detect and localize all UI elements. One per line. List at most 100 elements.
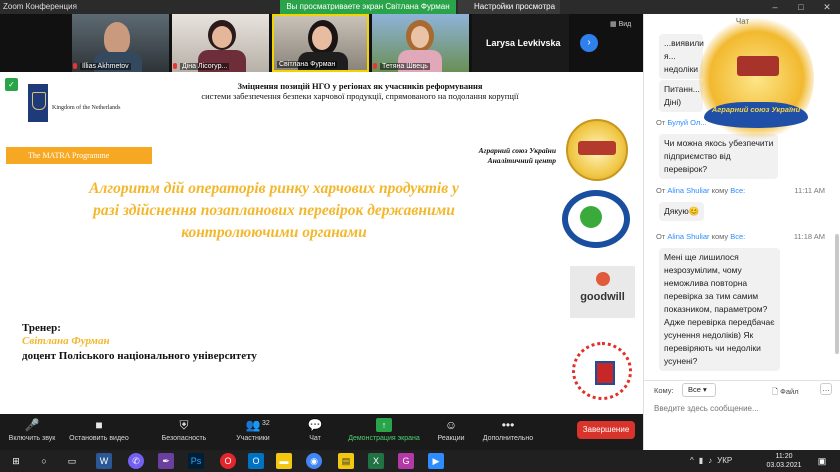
- recipient-select[interactable]: Все ▾: [682, 383, 716, 397]
- chat-message-line: Адже перевірка передбачає: [664, 317, 775, 327]
- mic-muted-icon: [73, 63, 77, 69]
- union-subtitle: Аналітичний центр: [487, 156, 556, 165]
- word-app-icon[interactable]: W: [96, 453, 112, 469]
- sender-name[interactable]: Булуй Ол...: [667, 118, 706, 127]
- share-banner: Вы просматриваете экран Світлана Фурман: [280, 0, 456, 14]
- zoom-app-icon[interactable]: ▶: [428, 453, 444, 469]
- folder-app-icon[interactable]: ▬: [276, 453, 292, 469]
- chat-message-line: недоліки: [664, 64, 699, 74]
- chat-message-input[interactable]: [654, 401, 824, 415]
- excel-app-icon[interactable]: X: [368, 453, 384, 469]
- mute-button[interactable]: 🎤 Включить звук: [4, 414, 60, 450]
- app-title: Zoom Конференция: [3, 2, 77, 11]
- harvester-icon: [737, 56, 779, 76]
- chat-message-meta: От Alina Shuliar кому Все:: [656, 186, 745, 195]
- participant-face: [312, 26, 332, 50]
- smile-icon: ☺: [444, 418, 458, 432]
- agrarian-union-overlay-logo: Аграрний союз України: [699, 16, 814, 141]
- chat-bubble-icon: 💬: [307, 418, 323, 432]
- chat-message: Питанн... Діні): [659, 80, 703, 112]
- mic-muted-icon: [373, 63, 377, 69]
- chat-message: Мені ще лишилося незрозумілим, чому немо…: [659, 248, 780, 371]
- video-label: Остановить видео: [69, 435, 129, 442]
- system-tray: ^ ▮ ♪ УКР: [690, 453, 732, 469]
- language-indicator[interactable]: УКР: [717, 453, 732, 469]
- recipient-value: Все: [688, 385, 701, 394]
- shield-icon[interactable]: ✓: [5, 78, 18, 91]
- window-controls: – □ ✕: [762, 0, 840, 14]
- participant-tile-name-only[interactable]: Larysa Levkivska: [472, 14, 569, 72]
- netherlands-label: Kingdom of the Netherlands: [52, 105, 121, 111]
- view-options-button[interactable]: Настройки просмотра ▾: [458, 0, 560, 25]
- file-icon: 🗋: [772, 387, 779, 396]
- search-icon[interactable]: ○: [36, 453, 52, 469]
- agrarian-union-logo: [566, 119, 628, 181]
- close-button[interactable]: ✕: [814, 0, 840, 14]
- trainer-label: Тренер:: [22, 322, 61, 334]
- chat-scrollbar[interactable]: [835, 234, 839, 354]
- taskbar-clock[interactable]: 11:20 03.03.2021: [766, 452, 802, 470]
- app-icon[interactable]: G: [398, 453, 414, 469]
- chat-message-line: Діні): [664, 97, 682, 107]
- photoshop-app-icon[interactable]: Ps: [188, 453, 204, 469]
- sticky-notes-app-icon[interactable]: ▤: [338, 453, 354, 469]
- video-button[interactable]: ■ Остановить видео: [66, 414, 132, 450]
- goodwill-text: goodwill: [580, 291, 625, 303]
- participant-name: Діна Лісогур...: [180, 63, 230, 70]
- chat-message-line: Мені ще лишилося: [664, 252, 739, 262]
- from-word: От: [656, 186, 666, 195]
- chat-composer: Кому: Все ▾ 🗋 Файл …: [644, 380, 840, 450]
- participant-tile[interactable]: Діна Лісогур...: [172, 14, 269, 72]
- slide-title-line3: контролюючими органами: [181, 224, 367, 241]
- view-options-label: Настройки просмотра: [474, 2, 556, 11]
- more-button[interactable]: ••• Дополнительно: [478, 414, 538, 450]
- from-word: От: [656, 118, 666, 127]
- chat-panel: Чат ...виявили я... недоліки Питанн... Д…: [643, 14, 840, 450]
- chat-message-meta: От Alina Shuliar кому Все:: [656, 232, 745, 241]
- chat-more-icon[interactable]: …: [820, 383, 832, 395]
- chat-message-line: ...виявили я...: [664, 38, 704, 61]
- trainer-position: доцент Поліського національного універси…: [22, 350, 257, 362]
- reactions-button[interactable]: ☺ Реакции: [434, 414, 468, 450]
- clock-date: 03.03.2021: [766, 462, 802, 469]
- notifications-icon[interactable]: ▣: [814, 453, 830, 469]
- slide-title-line1: Алгоритм дій операторів ринку харчових п…: [89, 180, 459, 197]
- end-meeting-button[interactable]: Завершение: [577, 421, 635, 439]
- video-gallery: Illias Akhmetov Діна Лісогур... Світлана…: [0, 14, 643, 72]
- view-button[interactable]: ▦ Вид: [610, 20, 631, 28]
- participants-button[interactable]: 👥 32 Участники: [231, 414, 275, 450]
- outlook-app-icon[interactable]: O: [248, 453, 264, 469]
- security-button[interactable]: ⛨ Безопасность: [158, 414, 210, 450]
- chat-message-meta: От Булуй Ол...: [656, 118, 707, 127]
- shield-icon: ⛨: [179, 418, 189, 432]
- chevron-up-icon[interactable]: ^: [690, 453, 694, 469]
- chrome-app-icon[interactable]: ◉: [306, 453, 322, 469]
- slide-header-line1: Зміцнення позицій НГО у регіонах як учас…: [237, 81, 483, 91]
- sender-name[interactable]: Alina Shuliar: [667, 186, 709, 195]
- participant-face: [104, 22, 130, 54]
- participant-tile[interactable]: Тетяна Швець: [372, 14, 469, 72]
- chat-message-line: перевірка за тим самим: [664, 291, 759, 301]
- minimize-button[interactable]: –: [762, 0, 788, 14]
- chat-message-line: Питанн...: [664, 84, 700, 94]
- maximize-button[interactable]: □: [788, 0, 814, 14]
- viber-app-icon[interactable]: ✆: [128, 453, 144, 469]
- windows-start-icon[interactable]: ⊞: [8, 453, 24, 469]
- slide-title-line2: разі здійснення позапланових перевірок д…: [93, 202, 455, 219]
- participant-tile[interactable]: Illias Akhmetov: [72, 14, 169, 72]
- task-view-icon[interactable]: ▭: [64, 453, 80, 469]
- sender-name[interactable]: Alina Shuliar: [667, 232, 709, 241]
- volume-icon[interactable]: ♪: [708, 453, 712, 469]
- opera-app-icon[interactable]: O: [220, 453, 236, 469]
- share-screen-button[interactable]: ↑ Демонстрация экрана: [344, 414, 424, 450]
- active-speaker-tile[interactable]: Світлана Фурман: [272, 14, 369, 72]
- feather-app-icon[interactable]: ✒: [158, 453, 174, 469]
- file-button[interactable]: 🗋 Файл: [772, 386, 799, 399]
- network-icon[interactable]: ▮: [699, 453, 703, 469]
- chat-message-line: Дякую😊: [664, 206, 700, 216]
- participant-face: [212, 26, 232, 48]
- chat-message-line: усунення недоліків) Як: [664, 330, 754, 340]
- gallery-next-icon[interactable]: ›: [580, 34, 598, 52]
- meeting-toolbar: 🎤 Включить звук ■ Остановить видео ⛨ Без…: [0, 414, 643, 450]
- chat-button[interactable]: 💬 Чат: [300, 414, 330, 450]
